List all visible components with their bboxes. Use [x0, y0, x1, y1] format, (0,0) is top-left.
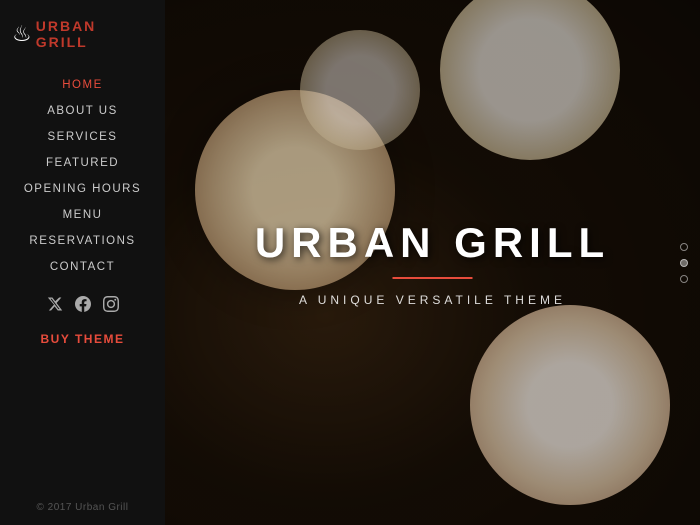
nav-menu[interactable]: MENU [0, 202, 165, 228]
social-links [47, 296, 119, 316]
hero-subtitle: A UNIQUE VERSATILE THEME [165, 293, 700, 307]
logo-grill: GRILL [36, 34, 88, 50]
food-decoration-4 [300, 30, 420, 150]
hero-divider [393, 277, 473, 279]
nav-home[interactable]: HOME [0, 72, 165, 98]
instagram-icon[interactable] [103, 296, 119, 316]
twitter-icon[interactable] [47, 296, 63, 316]
hero-title: URBAN GRILL [165, 219, 700, 267]
logo-urban: URBAN [36, 18, 97, 34]
logo-text: URBAN GRILL [36, 18, 153, 50]
nav-services[interactable]: SERVICES [0, 124, 165, 150]
logo-icon: ♨ [12, 23, 32, 45]
hero-section: URBAN GRILL A UNIQUE VERSATILE THEME [165, 0, 700, 525]
buy-theme-button[interactable]: BUY THEME [41, 332, 125, 346]
facebook-icon[interactable] [75, 296, 91, 316]
hero-text-block: URBAN GRILL A UNIQUE VERSATILE THEME [165, 219, 700, 307]
nav-opening-hours[interactable]: OPENING HOURS [0, 176, 165, 202]
nav-about[interactable]: ABOUT US [0, 98, 165, 124]
sidebar: ♨ URBAN GRILL HOME ABOUT US SERVICES FEA… [0, 0, 165, 525]
nav-featured[interactable]: FEATURED [0, 150, 165, 176]
nav-reservations[interactable]: RESERVATIONS [0, 228, 165, 254]
main-nav: HOME ABOUT US SERVICES FEATURED OPENING … [0, 72, 165, 280]
food-decoration-3 [470, 305, 670, 505]
footer-copyright: © 2017 Urban Grill [37, 502, 129, 513]
nav-contact[interactable]: CONTACT [0, 254, 165, 280]
logo[interactable]: ♨ URBAN GRILL [0, 18, 165, 50]
